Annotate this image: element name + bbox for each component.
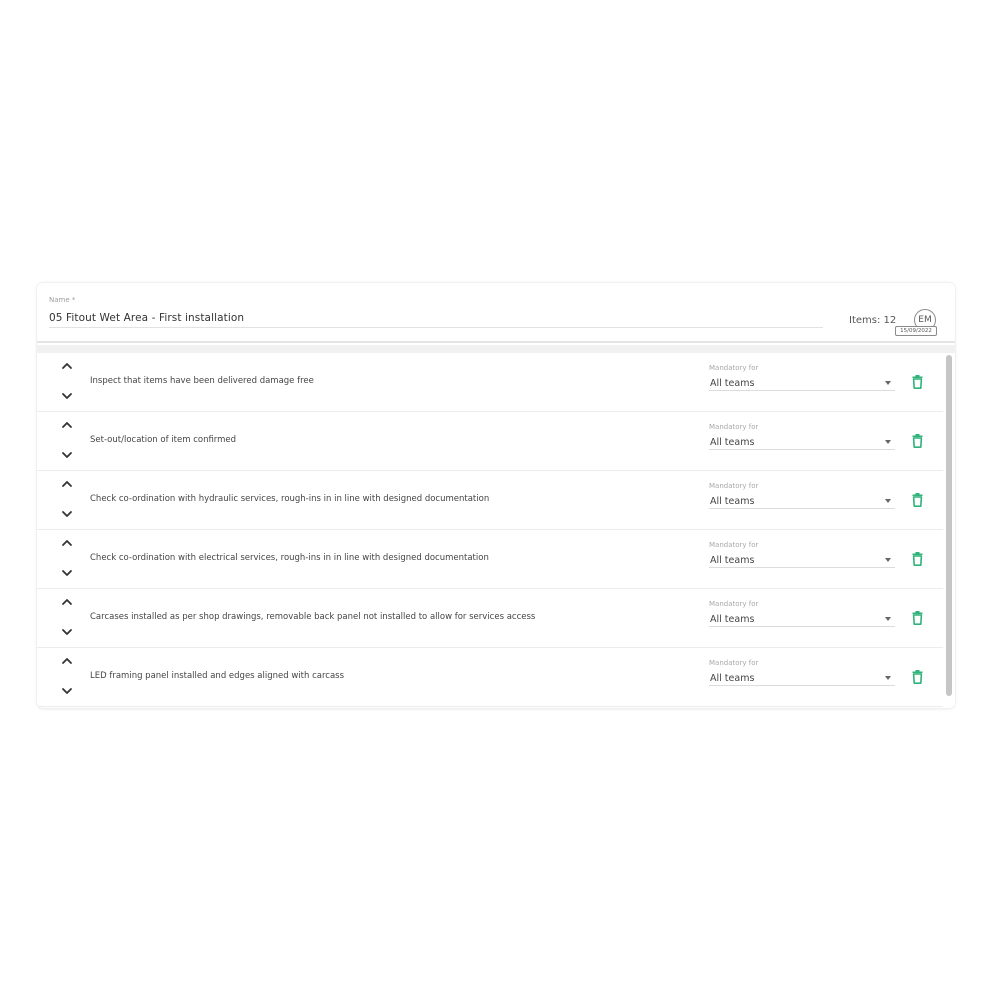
mandatory-for-value: All teams — [710, 496, 755, 507]
caret-down-icon — [885, 440, 891, 444]
mandatory-for-select[interactable]: All teams — [709, 670, 895, 686]
chevron-down-icon[interactable] — [61, 450, 73, 460]
items-count: Items: 12 — [849, 315, 897, 326]
chevron-down-icon[interactable] — [61, 568, 73, 578]
caret-down-icon — [885, 558, 891, 562]
checklist-card: Name * 05 Fitout Wet Area - First instal… — [37, 283, 955, 708]
trash-icon[interactable] — [912, 552, 923, 566]
mandatory-for-label: Mandatory for — [709, 423, 759, 431]
checklist-row: LED framing panel installed and edges al… — [37, 648, 943, 707]
chevron-down-icon[interactable] — [61, 391, 73, 401]
chevron-up-icon[interactable] — [61, 597, 73, 607]
item-description: Check co-ordination with electrical serv… — [90, 553, 489, 563]
chevron-up-icon[interactable] — [61, 479, 73, 489]
mandatory-for-value: All teams — [710, 555, 755, 566]
item-description: LED framing panel installed and edges al… — [90, 671, 345, 681]
item-description: Check co-ordination with hydraulic servi… — [90, 494, 490, 504]
checklist-row: Check co-ordination with electrical serv… — [37, 530, 943, 589]
mandatory-for-label: Mandatory for — [709, 364, 759, 372]
mandatory-for-label: Mandatory for — [709, 482, 759, 490]
trash-icon[interactable] — [912, 493, 923, 507]
checklist-row: Inspect that items have been delivered d… — [37, 353, 943, 412]
mandatory-for-value: All teams — [710, 673, 755, 684]
item-description: Inspect that items have been delivered d… — [90, 376, 314, 386]
caret-down-icon — [885, 617, 891, 621]
mandatory-for-select[interactable]: All teams — [709, 493, 895, 509]
trash-icon[interactable] — [912, 611, 923, 625]
chevron-up-icon[interactable] — [61, 361, 73, 371]
chevron-down-icon[interactable] — [61, 509, 73, 519]
item-description: Set-out/location of item confirmed — [90, 435, 237, 445]
trash-icon[interactable] — [912, 434, 923, 448]
item-description: Carcases installed as per shop drawings,… — [90, 612, 536, 622]
caret-down-icon — [885, 676, 891, 680]
mandatory-for-label: Mandatory for — [709, 659, 759, 667]
checklist-items: Inspect that items have been delivered d… — [37, 353, 943, 707]
chevron-down-icon[interactable] — [61, 627, 73, 637]
mandatory-for-value: All teams — [710, 614, 755, 625]
mandatory-for-label: Mandatory for — [709, 600, 759, 608]
trash-icon[interactable] — [912, 375, 923, 389]
checklist-row: Carcases installed as per shop drawings,… — [37, 589, 943, 648]
chevron-up-icon[interactable] — [61, 656, 73, 666]
scrollbar-thumb[interactable] — [946, 355, 952, 696]
chevron-up-icon[interactable] — [61, 538, 73, 548]
caret-down-icon — [885, 499, 891, 503]
name-field-label: Name * — [49, 296, 76, 304]
avatar-date-badge: 15/09/2022 — [895, 326, 937, 336]
caret-down-icon — [885, 381, 891, 385]
mandatory-for-select[interactable]: All teams — [709, 375, 895, 391]
name-input-underline — [49, 327, 823, 328]
mandatory-for-select[interactable]: All teams — [709, 434, 895, 450]
name-input[interactable]: 05 Fitout Wet Area - First installation — [49, 312, 244, 324]
mandatory-for-select[interactable]: All teams — [709, 611, 895, 627]
header-separator — [37, 345, 955, 353]
trash-icon[interactable] — [912, 670, 923, 684]
chevron-up-icon[interactable] — [61, 420, 73, 430]
checklist-row: Set-out/location of item confirmed Manda… — [37, 412, 943, 471]
mandatory-for-value: All teams — [710, 437, 755, 448]
chevron-down-icon[interactable] — [61, 686, 73, 696]
mandatory-for-select[interactable]: All teams — [709, 552, 895, 568]
checklist-header: Name * 05 Fitout Wet Area - First instal… — [37, 283, 955, 343]
checklist-row: Check co-ordination with hydraulic servi… — [37, 471, 943, 530]
mandatory-for-label: Mandatory for — [709, 541, 759, 549]
mandatory-for-value: All teams — [710, 378, 755, 389]
